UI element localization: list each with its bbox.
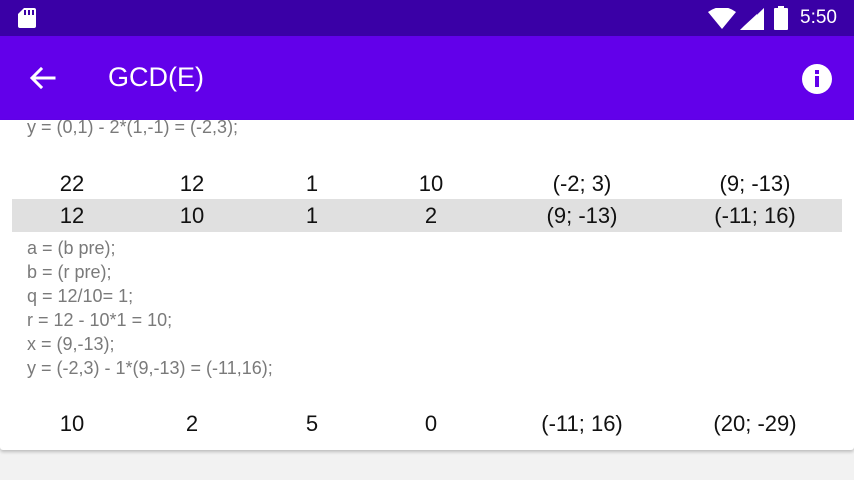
note-line: y = (0,1) - 2*(1,-1) = (-2,3);: [27, 120, 239, 137]
note-line: a = (b pre);: [27, 238, 116, 258]
info-icon[interactable]: [800, 62, 834, 96]
note-line: x = (9,-13);: [27, 334, 115, 354]
note-line: r = 12 - 10*1 = 10;: [27, 310, 173, 330]
signal-icon: [740, 8, 764, 30]
cell-y: (9; -13): [719, 171, 791, 196]
cell-a: 22: [59, 171, 85, 196]
status-time: 5:50: [800, 7, 837, 28]
cell-r: 10: [418, 171, 444, 196]
battery-icon: [774, 6, 788, 30]
steps-card: y = (0,1) - 2*(1,-1) = (-2,3); 22 12 1 1…: [0, 120, 854, 450]
step-note: y = (0,1) - 2*(1,-1) = (-2,3);: [27, 120, 238, 139]
cell-b: 12: [179, 171, 205, 196]
back-arrow-icon[interactable]: [24, 60, 60, 96]
cell-q: 1: [305, 203, 319, 228]
app-bar: GCD(E): [0, 36, 854, 120]
cell-x: (9; -13): [546, 203, 618, 228]
sd-card-icon: [18, 8, 36, 28]
table-row-highlighted[interactable]: 12 10 1 2 (9; -13) (-11; 16): [12, 199, 842, 232]
cell-x: (-2; 3): [552, 171, 612, 196]
cell-b: 2: [185, 411, 199, 436]
cell-r: 2: [424, 203, 438, 228]
cell-a: 10: [59, 411, 85, 436]
wifi-icon: [708, 8, 736, 29]
cell-x: (-11; 16): [541, 411, 623, 436]
step-note: a = (b pre); b = (r pre); q = 12/10= 1; …: [27, 236, 273, 380]
cell-y: (20; -29): [713, 411, 797, 436]
note-line: y = (-2,3) - 1*(9,-13) = (-11,16);: [27, 358, 273, 378]
status-bar: 5:50: [0, 0, 854, 36]
cell-a: 12: [59, 203, 85, 228]
cell-b: 10: [179, 203, 205, 228]
note-line: b = (r pre);: [27, 262, 112, 282]
note-line: q = 12/10= 1;: [27, 286, 134, 306]
table-row: 10 2 5 0 (-11; 16) (20; -29): [12, 407, 842, 440]
cell-r: 0: [424, 411, 438, 436]
cell-q: 5: [305, 411, 319, 436]
table-row: 22 12 1 10 (-2; 3) (9; -13): [12, 167, 842, 200]
cell-q: 1: [305, 171, 319, 196]
page-title: GCD(E): [108, 62, 204, 92]
cell-y: (-11; 16): [714, 203, 796, 228]
